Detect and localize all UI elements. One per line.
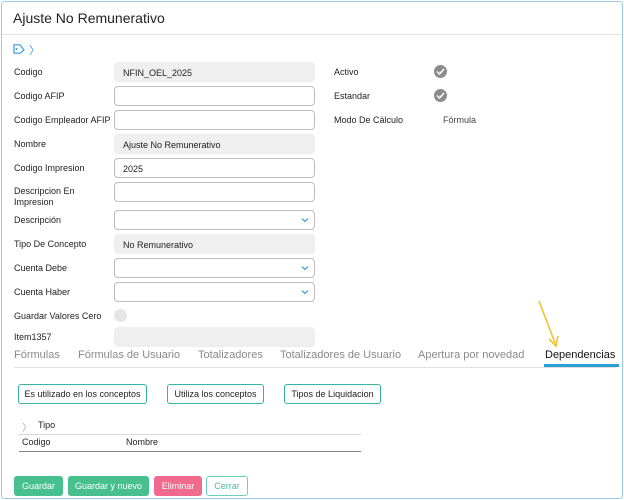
arrow-annotation-icon [538,300,559,348]
codigo-afip-input[interactable] [114,86,315,106]
descripcion-select[interactable] [114,210,315,230]
column-header-nombre[interactable]: Nombre [126,437,158,447]
tab-dependencias[interactable]: Dependencias [545,349,615,361]
tipo-de-concepto-field: No Remunerativo [114,234,315,254]
codigo-field: NFIN_OEL_2025 [114,62,315,82]
tipo-de-concepto-label: Tipo De Concepto [14,239,87,249]
descripcion-en-impresion-label: Descripcion En Impresion [14,186,75,207]
check-icon [436,68,445,75]
chevron-down-icon[interactable] [301,265,309,271]
tab-totalizadores-de-usuario[interactable]: Totalizadores de Usuario [280,349,401,361]
cuenta-debe-label: Cuenta Debe [14,263,68,273]
window: Ajuste No Remunerativo 〉 Codigo NFIN_OEL… [1,1,623,499]
tab-formulas-de-usuario[interactable]: Fórmulas de Usuario [78,349,180,361]
tabs-divider [14,367,616,368]
tipos-de-liquidacion-button[interactable]: Tipos de Liquidacion [284,384,381,404]
codigo-empleador-afip-input[interactable] [114,110,315,130]
item1357-label: Item1357 [14,332,52,342]
title-divider [2,34,622,35]
page-title: Ajuste No Remunerativo [13,10,165,26]
codigo-empleador-afip-label: Codigo Empleador AFIP [14,115,111,125]
chevron-down-icon[interactable] [301,217,309,223]
nombre-label: Nombre [14,139,47,149]
group-label: Tipo [38,420,56,430]
active-tab-indicator [544,364,619,367]
cuenta-debe-select[interactable] [114,258,315,278]
modo-de-calculo-label: Modo De Cálculo [334,115,404,125]
modo-de-calculo-value: Fórmula [443,115,477,125]
cuenta-haber-select[interactable] [114,282,315,302]
table-divider [19,434,361,435]
tag-icon[interactable] [13,44,25,54]
guardar-valores-cero-label: Guardar Valores Cero [14,311,102,321]
item1357-field [114,327,315,347]
cuenta-haber-label: Cuenta Haber [14,287,71,297]
codigo-impresion-input[interactable]: 2025 [114,158,315,178]
es-utilizado-en-los-conceptos-button[interactable]: Es utilizado en los conceptos [18,384,147,404]
eliminar-button[interactable]: Eliminar [154,476,202,496]
check-icon [436,92,445,99]
activo-label: Activo [334,67,359,77]
estandar-label: Estandar [334,91,371,101]
codigo-impresion-label: Codigo Impresion [14,163,85,173]
codigo-afip-label: Codigo AFIP [14,91,65,101]
tab-apertura-por-novedad[interactable]: Apertura por novedad [418,349,524,361]
activo-checkbox[interactable] [434,65,447,78]
group-chevron-icon[interactable]: 〉 [22,419,32,434]
chevron-down-icon[interactable] [301,289,309,295]
descripcion-label: Descripción [14,215,62,225]
chevron-right-icon[interactable]: 〉 [29,42,40,58]
guardar-y-nuevo-button[interactable]: Guardar y nuevo [68,476,149,496]
utiliza-los-conceptos-button[interactable]: Utiliza los conceptos [167,384,264,404]
codigo-label: Codigo [14,67,43,77]
guardar-valores-cero-checkbox[interactable] [114,309,127,322]
descripcion-en-impresion-input[interactable] [114,182,315,202]
tab-formulas[interactable]: Fórmulas [14,349,60,361]
tab-totalizadores[interactable]: Totalizadores [198,349,263,361]
estandar-checkbox[interactable] [434,89,447,102]
nombre-field: Ajuste No Remunerativo [114,134,315,154]
table-header-border [19,451,361,452]
cerrar-button[interactable]: Cerrar [206,476,248,496]
guardar-button[interactable]: Guardar [14,476,63,496]
column-header-codigo[interactable]: Codigo [22,437,51,447]
